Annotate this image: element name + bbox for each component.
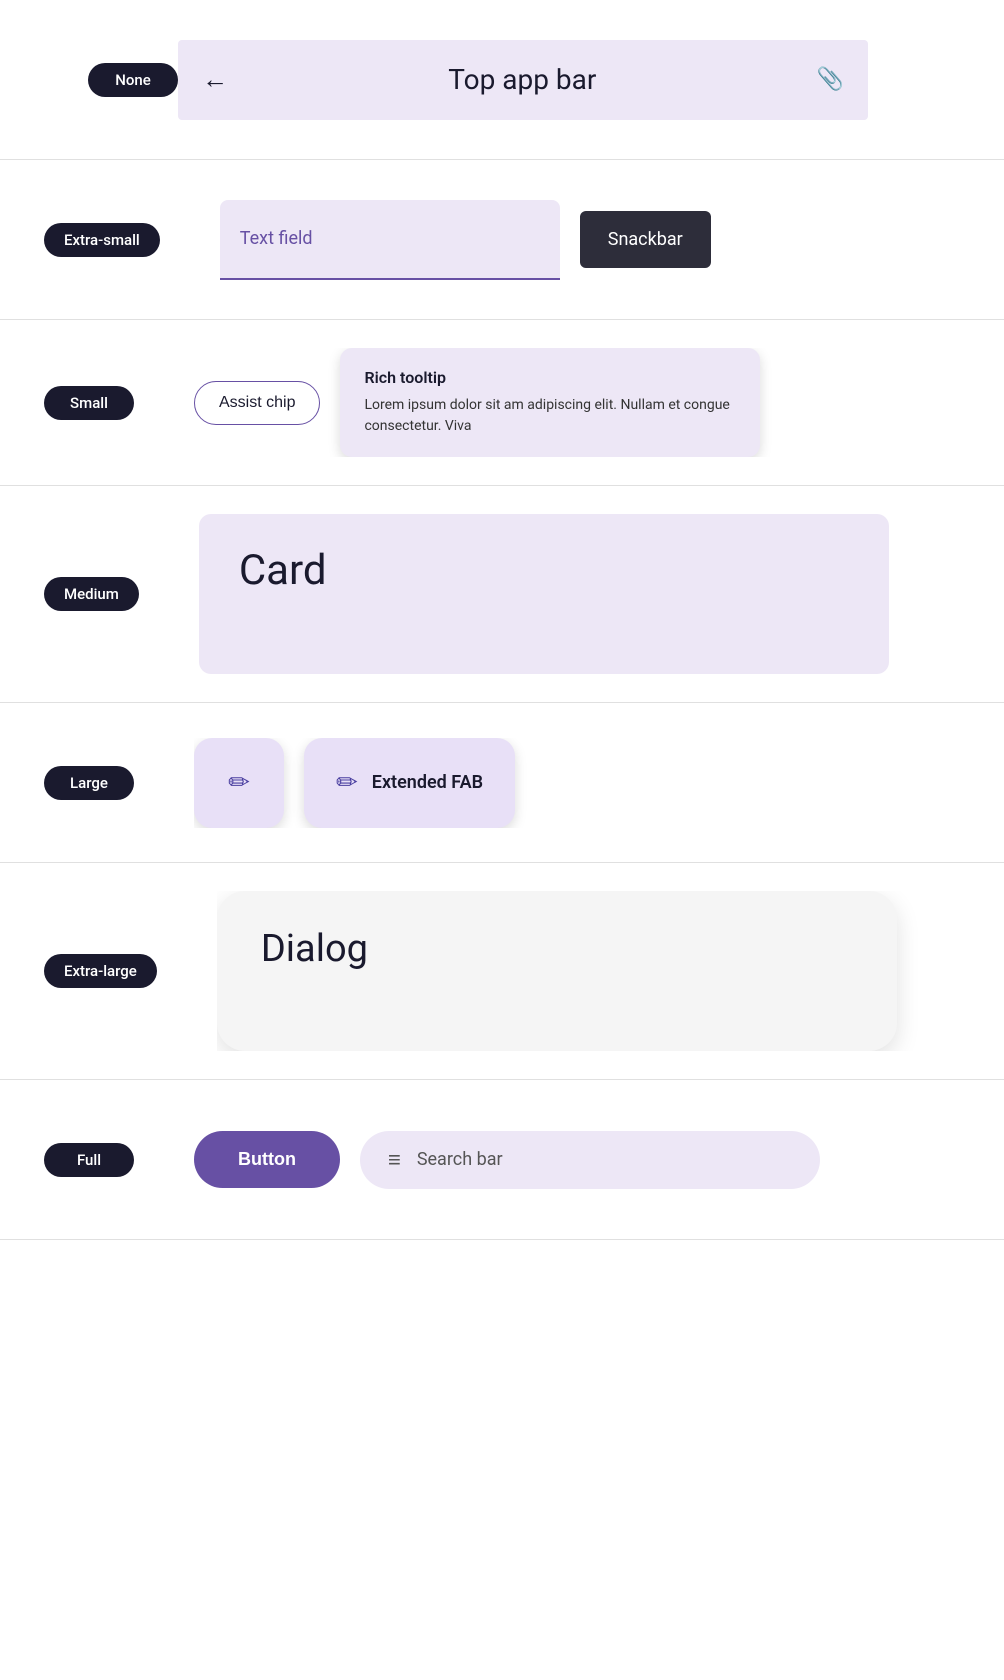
size-label-extra-large: Extra-large xyxy=(44,954,157,988)
extended-fab-icon: ✏ xyxy=(336,768,358,798)
top-app-bar: ← Top app bar 📎 xyxy=(178,40,868,120)
row-small-content: Assist chip Rich tooltip Lorem ipsum dol… xyxy=(194,348,1004,457)
size-label-medium: Medium xyxy=(44,577,139,611)
button-label: Button xyxy=(238,1149,296,1169)
back-icon[interactable]: ← xyxy=(202,64,228,95)
attach-icon[interactable]: 📎 xyxy=(817,67,844,92)
fab-button[interactable]: ✏ xyxy=(194,738,284,828)
row-extra-large: Extra-large Dialog xyxy=(0,863,1004,1080)
dialog[interactable]: Dialog xyxy=(217,891,897,1051)
row-extra-small-content: Text field Snackbar xyxy=(220,200,1004,280)
size-label-large: Large xyxy=(44,766,134,800)
rich-tooltip-body: Lorem ipsum dolor sit am adipiscing elit… xyxy=(364,395,736,437)
search-bar-label: Search bar xyxy=(417,1149,503,1170)
row-large-content: ✏ ✏ Extended FAB xyxy=(194,738,1004,828)
assist-chip[interactable]: Assist chip xyxy=(194,381,320,425)
filled-button[interactable]: Button xyxy=(194,1131,340,1188)
row-extra-large-content: Dialog xyxy=(217,891,1004,1051)
top-app-bar-title: Top app bar xyxy=(448,63,596,96)
row-full: Full Button ≡ Search bar xyxy=(0,1080,1004,1240)
row-large: Large ✏ ✏ Extended FAB xyxy=(0,703,1004,863)
row-none: None ← Top app bar 📎 xyxy=(0,0,1004,160)
row-extra-small: Extra-small Text field Snackbar xyxy=(0,160,1004,320)
search-bar[interactable]: ≡ Search bar xyxy=(360,1131,820,1189)
row-medium-content: Card xyxy=(199,514,1004,674)
row-full-content: Button ≡ Search bar xyxy=(194,1131,1004,1189)
rich-tooltip-title: Rich tooltip xyxy=(364,368,736,387)
row-none-content: ← Top app bar 📎 xyxy=(178,40,1004,120)
card[interactable]: Card xyxy=(199,514,889,674)
dialog-title: Dialog xyxy=(261,927,368,971)
size-label-none: None xyxy=(88,63,178,97)
search-bar-menu-icon: ≡ xyxy=(388,1147,401,1173)
size-label-extra-small: Extra-small xyxy=(44,223,160,257)
size-label-small: Small xyxy=(44,386,134,420)
extended-fab-button[interactable]: ✏ Extended FAB xyxy=(304,738,515,828)
card-title: Card xyxy=(239,546,327,595)
fab-icon: ✏ xyxy=(228,768,250,798)
rich-tooltip: Rich tooltip Lorem ipsum dolor sit am ad… xyxy=(340,348,760,457)
size-label-full: Full xyxy=(44,1143,134,1177)
assist-chip-label: Assist chip xyxy=(219,394,295,411)
extended-fab-label: Extended FAB xyxy=(372,772,483,793)
text-field-label: Text field xyxy=(240,228,313,249)
row-small: Small Assist chip Rich tooltip Lorem ips… xyxy=(0,320,1004,486)
snackbar-label: Snackbar xyxy=(608,229,683,250)
snackbar: Snackbar xyxy=(580,211,711,268)
text-field[interactable]: Text field xyxy=(220,200,560,280)
row-medium: Medium Card xyxy=(0,486,1004,703)
